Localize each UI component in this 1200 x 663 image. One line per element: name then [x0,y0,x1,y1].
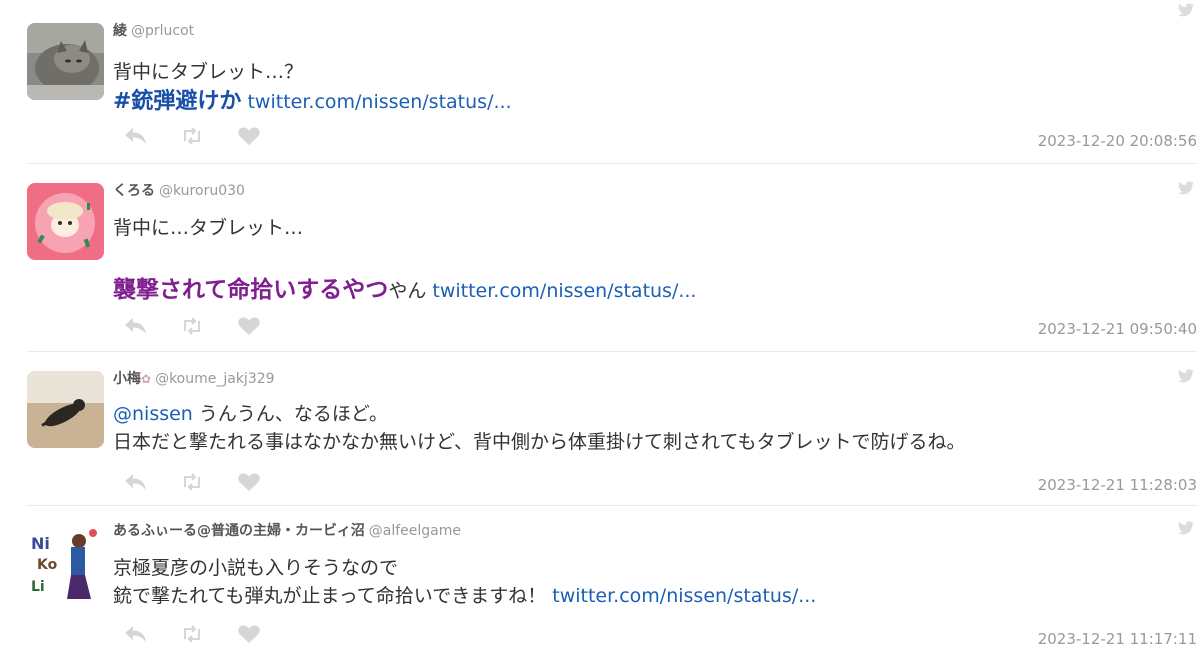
highlight-text: 襲撃されて命拾いするやつ [113,277,389,303]
timestamp[interactable]: 2023-12-20 20:08:56 [1038,132,1197,150]
status-link[interactable]: twitter.com/nissen/status/... [552,585,816,607]
status-link[interactable]: twitter.com/nissen/status/... [432,280,696,302]
tweet-text: 京極夏彦の小説も入りそうなので 銃で撃たれても弾丸が止まって命拾いできますね！ … [113,554,816,610]
heart-icon[interactable] [237,126,261,146]
retweet-icon[interactable] [180,316,204,336]
tweet-feed: 綾 @prlucot 背中にタブレット…？ #銃弾避けか twitter.com/… [0,0,1200,663]
tweet-line: うんうん、なるほど。 [198,403,388,425]
user-name[interactable]: くろる [113,183,155,199]
twitter-bird-icon[interactable] [1178,520,1194,539]
avatar[interactable] [27,371,104,448]
user-handle[interactable]: @prlucot [131,23,194,39]
reply-icon[interactable] [124,126,148,146]
retweet-icon[interactable] [180,126,204,146]
retweet-icon[interactable] [180,472,204,492]
tweet-line: 背中に…タブレット… [113,217,304,239]
user-name[interactable]: 小梅 [113,371,141,387]
heart-icon[interactable] [237,624,261,644]
tweet-card: 小梅✿ @koume_jakj329 @nissen うんうん、なるほど。 日本だ… [0,352,1200,506]
retweet-icon[interactable] [180,624,204,644]
svg-text:Li: Li [31,579,45,595]
avatar[interactable] [27,183,104,260]
avatar[interactable]: Ni Ko Li [27,523,104,600]
reply-icon[interactable] [124,316,148,336]
mention-link[interactable]: @nissen [113,403,193,425]
twitter-bird-icon[interactable] [1178,180,1194,199]
twitter-bird-icon[interactable] [1178,2,1194,21]
svg-text:Ko: Ko [37,557,58,573]
flower-icon: ✿ [141,372,152,386]
user-handle[interactable]: @koume_jakj329 [155,371,275,387]
tweet-card: 綾 @prlucot 背中にタブレット…？ #銃弾避けか twitter.com/… [0,0,1200,164]
timestamp[interactable]: 2023-12-21 09:50:40 [1038,320,1197,338]
user-name[interactable]: あるふぃーる@普通の主婦・カービィ沼 [113,523,365,539]
reply-icon[interactable] [124,472,148,492]
tweet-text: @nissen うんうん、なるほど。 日本だと撃たれる事はなかなか無いけど、背中… [113,400,966,456]
user-handle[interactable]: @alfeelgame [369,523,461,539]
hashtag-link[interactable]: #銃弾避けか [113,89,241,114]
svg-text:Ni: Ni [31,534,50,553]
tweet-header: 小梅✿ @koume_jakj329 [113,368,275,388]
tweet-line: 京極夏彦の小説も入りそうなので [113,557,399,579]
tweet-header: あるふぃーる@普通の主婦・カービィ沼 @alfeelgame [113,520,461,540]
heart-icon[interactable] [237,472,261,492]
heart-icon[interactable] [237,316,261,336]
tweet-header: くろる @kuroru030 [113,180,245,200]
tweet-line: やん [388,280,427,302]
user-name[interactable]: 綾 [113,23,127,39]
tweet-text: 背中にタブレット…？ #銃弾避けか twitter.com/nissen/sta… [113,58,512,116]
tweet-header: 綾 @prlucot [113,20,194,40]
tweet-card: Ni Ko Li あるふぃーる@普通の主婦・カービィ沼 @alfeelgame 京… [0,506,1200,663]
tweet-text: 背中に…タブレット… 襲撃されて命拾いするやつやん twitter.com/ni… [113,214,696,305]
reply-icon[interactable] [124,624,148,644]
timestamp[interactable]: 2023-12-21 11:17:11 [1038,630,1197,648]
avatar[interactable] [27,23,104,100]
tweet-line: 日本だと撃たれる事はなかなか無いけど、背中側から体重掛けて刺されてもタブレットで… [113,431,966,453]
timestamp[interactable]: 2023-12-21 11:28:03 [1038,476,1197,494]
tweet-line: 背中にタブレット…？ [113,61,304,83]
tweet-card: くろる @kuroru030 背中に…タブレット… 襲撃されて命拾いするやつやん … [0,164,1200,352]
twitter-bird-icon[interactable] [1178,368,1194,387]
status-link[interactable]: twitter.com/nissen/status/... [247,91,511,113]
tweet-line: 銃で撃たれても弾丸が止まって命拾いできますね！ [113,585,547,607]
user-handle[interactable]: @kuroru030 [159,183,245,199]
